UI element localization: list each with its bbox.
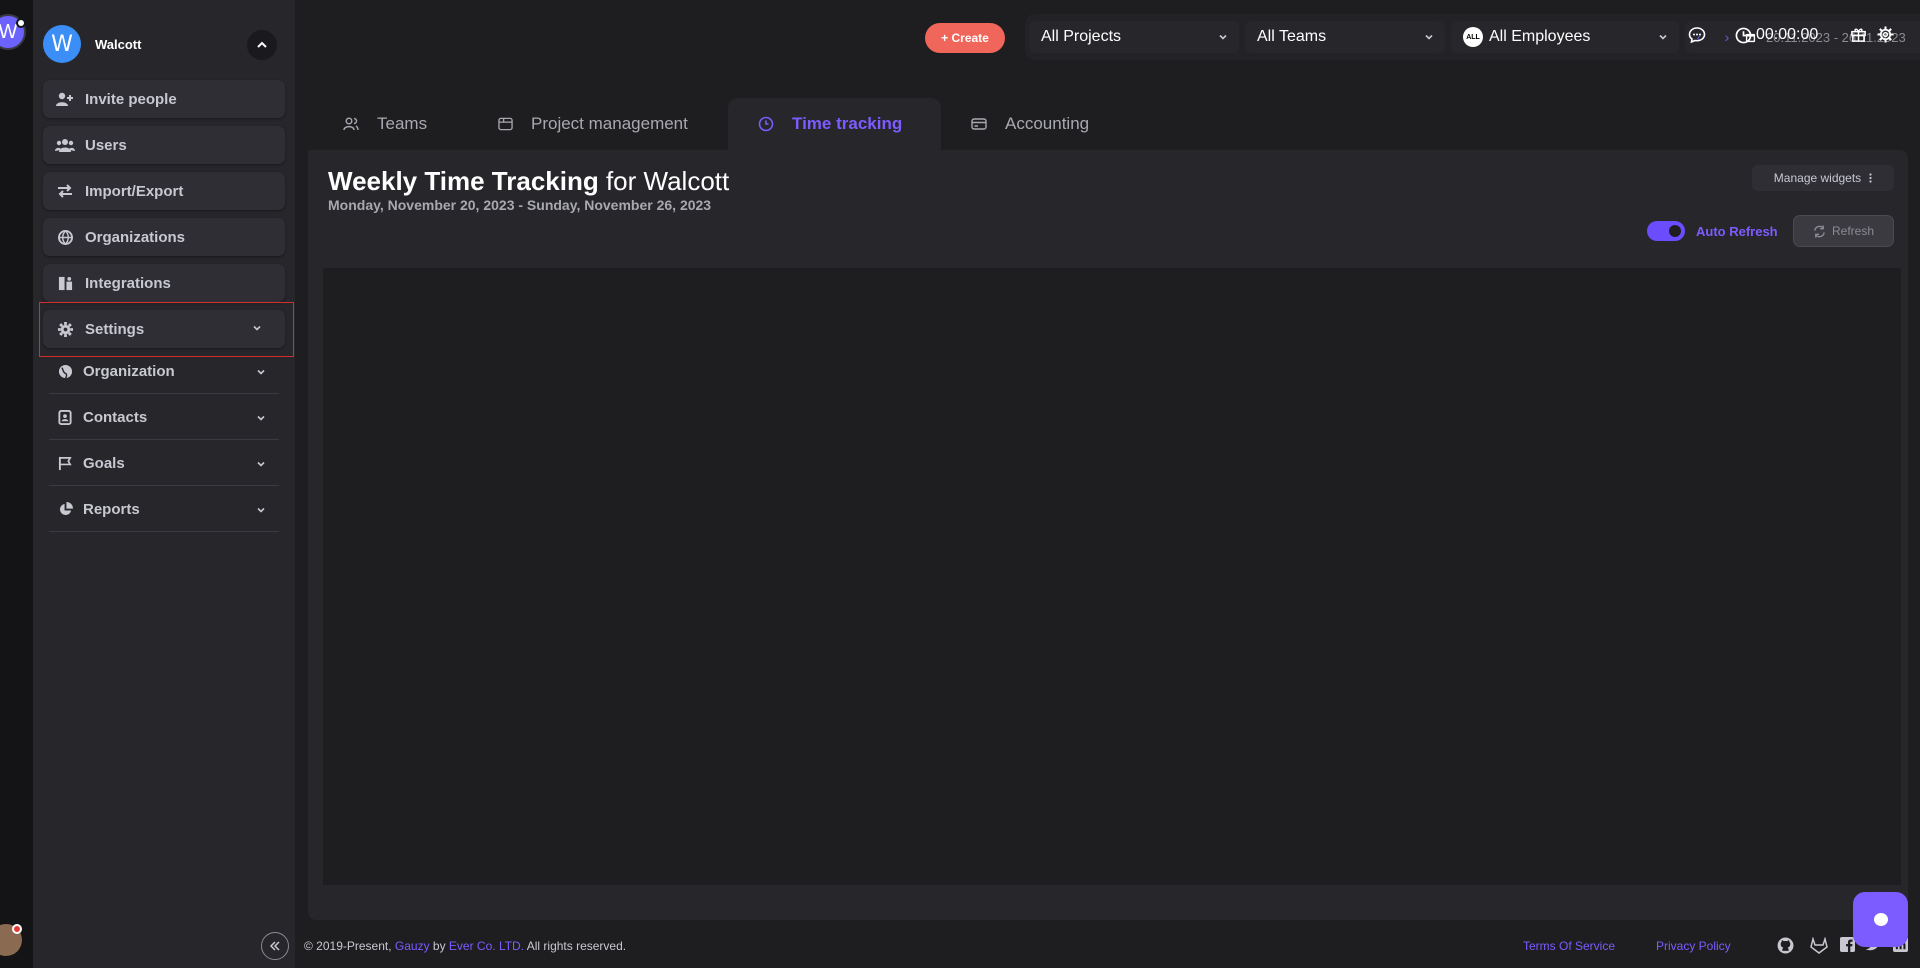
company-link[interactable]: Ever Co. LTD.: [449, 939, 524, 953]
auto-refresh[interactable]: Auto Refresh: [1647, 221, 1778, 241]
gift-icon[interactable]: [1850, 26, 1867, 48]
double-chevron-left-icon: [269, 941, 280, 951]
settings-gear-icon[interactable]: [1877, 26, 1894, 48]
sidebar-item-organization[interactable]: Organization: [49, 350, 279, 394]
chevron-down-icon: [251, 321, 263, 338]
status-dot: [16, 18, 26, 28]
import-export-button[interactable]: Import/Export: [43, 172, 285, 210]
all-badge: ALL: [1463, 27, 1483, 47]
copyright: © 2019-Present, Gauzy by Ever Co. LTD. A…: [304, 939, 627, 953]
widgets-area: [323, 268, 1901, 885]
refresh-icon: [1813, 224, 1826, 238]
users-button[interactable]: Users: [43, 126, 285, 164]
address-book-icon: [55, 410, 75, 425]
clock-icon: [1735, 27, 1752, 44]
sidebar-item-goals[interactable]: Goals: [49, 442, 279, 486]
tab-project-management[interactable]: Project management: [468, 98, 728, 150]
chevron-down-icon: [1217, 30, 1229, 48]
more-vertical-icon: [1869, 173, 1872, 183]
chevron-down-icon: [255, 503, 267, 520]
gauzy-link[interactable]: Gauzy: [395, 939, 430, 953]
privacy-link[interactable]: Privacy Policy: [1656, 939, 1731, 953]
workspace-avatar[interactable]: W: [0, 14, 26, 50]
card-icon: [971, 118, 987, 130]
workspace-rail: W: [0, 0, 33, 968]
github-icon[interactable]: [1777, 937, 1794, 957]
tab-time-tracking[interactable]: Time tracking: [728, 98, 941, 150]
teams-select[interactable]: All Teams: [1245, 21, 1445, 53]
organizations-button[interactable]: Organizations: [43, 218, 285, 256]
sidebar-item-contacts[interactable]: Contacts: [49, 396, 279, 440]
chevron-up-icon: [257, 41, 267, 48]
page-subtitle: Monday, November 20, 2023 - Sunday, Nove…: [328, 197, 712, 213]
org-logo: W: [43, 25, 81, 63]
chat-icon[interactable]: [1688, 26, 1706, 49]
board-icon: [498, 117, 513, 131]
tab-teams[interactable]: Teams: [313, 98, 468, 150]
tab-accounting[interactable]: Accounting: [941, 98, 1121, 150]
users-icon: [55, 138, 75, 152]
puzzle-icon: [55, 276, 75, 291]
refresh-button[interactable]: Refresh: [1793, 215, 1894, 247]
footer: © 2019-Present, Gauzy by Ever Co. LTD. A…: [295, 930, 1920, 968]
gitlab-icon[interactable]: [1810, 936, 1828, 957]
integrations-button[interactable]: Integrations: [43, 264, 285, 302]
employees-select[interactable]: ALL All Employees: [1451, 21, 1679, 53]
sidebar: W Walcott Invite people Users Import/Exp…: [33, 0, 295, 968]
chevron-down-icon: [255, 365, 267, 382]
globe-icon: [55, 229, 75, 245]
invite-people-button[interactable]: Invite people: [43, 80, 285, 118]
org-toggle-button[interactable]: [247, 30, 277, 60]
chat-bubble-icon: [1873, 913, 1888, 926]
swap-arrows-icon: [55, 184, 75, 198]
chevron-down-icon: [1657, 30, 1669, 48]
chevron-down-icon: [255, 457, 267, 474]
auto-refresh-toggle[interactable]: [1647, 221, 1685, 241]
globe-solid-icon: [55, 364, 75, 379]
pie-chart-icon: [55, 502, 75, 517]
terms-link[interactable]: Terms Of Service: [1523, 939, 1615, 953]
notification-dot: [12, 924, 22, 934]
projects-select[interactable]: All Projects: [1029, 21, 1239, 53]
timer[interactable]: 00:00:00: [1735, 26, 1818, 44]
user-avatar[interactable]: [0, 924, 22, 956]
collapse-sidebar-button[interactable]: [261, 932, 289, 960]
dashboard-tabs: Teams Project management Time tracking A…: [313, 98, 1121, 150]
org-name: Walcott: [95, 36, 142, 52]
facebook-icon[interactable]: [1840, 937, 1855, 955]
user-plus-icon: [55, 92, 75, 106]
sidebar-item-reports[interactable]: Reports: [49, 488, 279, 532]
settings-button[interactable]: Settings: [43, 310, 285, 348]
chat-widget-button[interactable]: [1853, 892, 1908, 947]
chevron-down-icon: [255, 411, 267, 428]
gear-icon: [55, 321, 75, 337]
manage-widgets-button[interactable]: Manage widgets: [1752, 165, 1894, 191]
users-outline-icon: [343, 117, 359, 131]
chevron-down-icon: [1423, 30, 1435, 48]
topbar: + Create All Projects All Teams ALL All …: [295, 0, 1920, 76]
page-title: Weekly Time Tracking for Walcott: [328, 166, 730, 196]
org-header[interactable]: W Walcott: [43, 22, 291, 66]
flag-icon: [55, 456, 75, 471]
clock-icon: [758, 116, 774, 132]
create-button[interactable]: + Create: [925, 23, 1005, 53]
